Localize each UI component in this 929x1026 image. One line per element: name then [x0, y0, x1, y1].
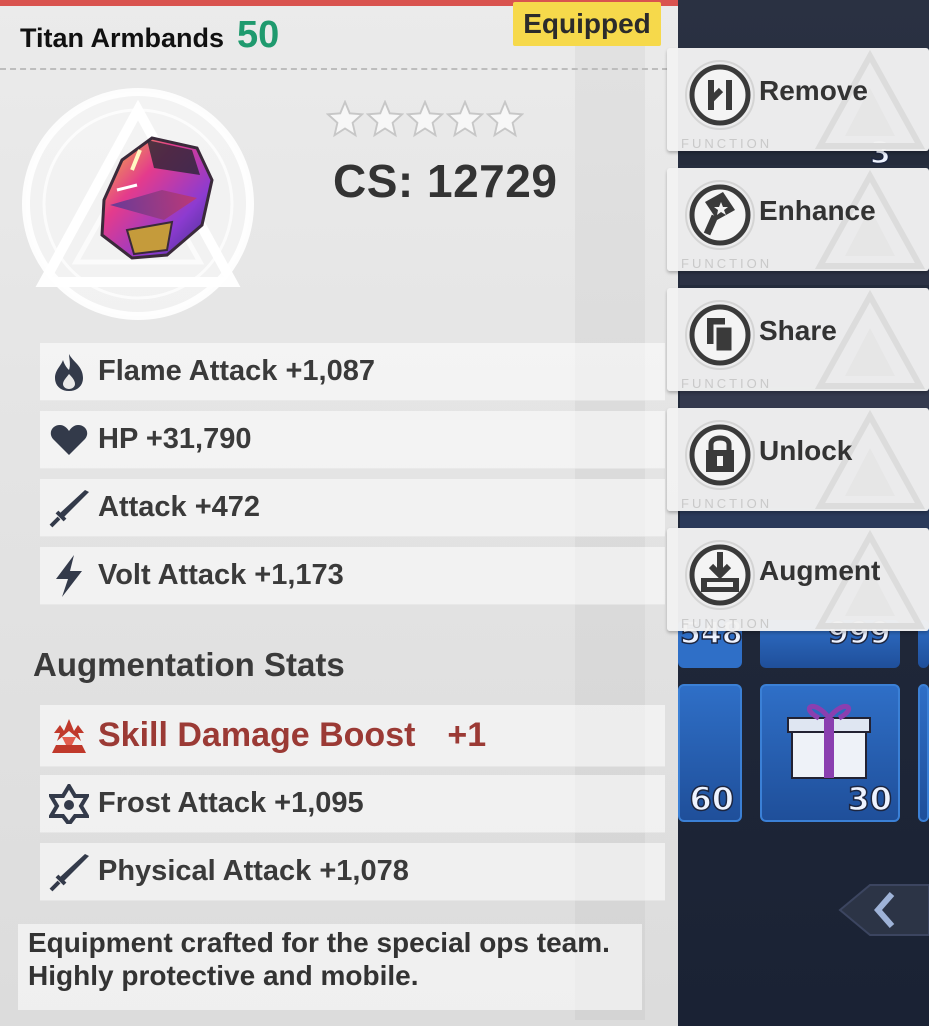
remove-icon: [685, 60, 755, 130]
combat-score: CS: 12729: [333, 155, 558, 207]
stat-row-attack: Attack +472: [40, 479, 665, 537]
function-caption: FUNCTION: [681, 256, 773, 271]
stat-text: Flame Attack +1,087: [98, 355, 376, 387]
star-empty-icon: [486, 100, 524, 138]
inventory-count: 30: [847, 779, 893, 819]
augmentation-header: Augmentation Stats: [33, 646, 345, 683]
share-button[interactable]: Share FUNCTION: [667, 288, 929, 391]
augment-special-row: Skill Damage Boost +1: [40, 705, 665, 767]
hammer-icon: [685, 180, 755, 250]
unlock-label: Unlock: [759, 435, 853, 466]
inventory-tile[interactable]: 30: [760, 684, 900, 822]
stat-row-volt-attack: Volt Attack +1,173: [40, 547, 665, 605]
augment-label: Augment: [759, 555, 881, 586]
item-level: 50: [237, 14, 280, 56]
star-rating: [326, 100, 524, 138]
heart-icon: [48, 419, 90, 461]
equipped-badge: Equipped: [513, 2, 661, 46]
star-empty-icon: [406, 100, 444, 138]
item-detail-panel: Titan Armbands 50 Equipped CS: 12729 Fla…: [0, 0, 678, 1026]
augment-special-value: +1: [447, 716, 487, 754]
skill-damage-icon: [48, 715, 90, 757]
stat-text: HP +31,790: [98, 423, 252, 455]
function-caption: FUNCTION: [681, 376, 773, 391]
inventory-row: [680, 508, 929, 530]
item-description: Equipment crafted for the special ops te…: [18, 924, 642, 1010]
enhance-label: Enhance: [759, 195, 876, 226]
lock-icon: [685, 420, 755, 490]
stat-text: Physical Attack +1,078: [98, 855, 409, 887]
stat-row-frost-attack: Frost Attack +1,095: [40, 775, 665, 833]
star-empty-icon: [446, 100, 484, 138]
title-divider: [0, 68, 668, 70]
lightning-icon: [48, 554, 90, 597]
sword-icon: [48, 851, 90, 893]
item-name: Titan Armbands: [20, 23, 225, 53]
stat-text: Attack +472: [98, 491, 261, 523]
item-title-row: Titan Armbands 50: [20, 14, 279, 57]
armband-gear-image: [100, 136, 214, 260]
augment-button[interactable]: Augment FUNCTION: [667, 528, 929, 631]
stat-text: Frost Attack +1,095: [98, 787, 364, 819]
augment-special-label: Skill Damage Boost: [98, 716, 416, 754]
frost-icon: [48, 783, 90, 825]
share-icon: [685, 300, 755, 370]
remove-button[interactable]: Remove FUNCTION: [667, 48, 929, 151]
inventory-tile[interactable]: [918, 684, 929, 822]
inventory-tile[interactable]: 60: [678, 684, 742, 822]
sword-icon: [48, 487, 90, 529]
stat-row-flame-attack: Flame Attack +1,087: [40, 343, 665, 401]
star-empty-icon: [366, 100, 404, 138]
gift-box-icon: [787, 703, 871, 779]
item-description-text: Equipment crafted for the special ops te…: [28, 927, 610, 991]
remove-label: Remove: [759, 75, 868, 106]
inventory-count: 60: [689, 779, 735, 819]
flame-icon: [48, 351, 90, 393]
function-caption: FUNCTION: [681, 616, 773, 631]
unlock-button[interactable]: Unlock FUNCTION: [667, 408, 929, 511]
function-caption: FUNCTION: [681, 496, 773, 511]
function-caption: FUNCTION: [681, 136, 773, 151]
share-label: Share: [759, 315, 837, 346]
star-empty-icon: [326, 100, 364, 138]
scroll-left-arrow-icon[interactable]: [830, 880, 929, 940]
augment-icon: [685, 540, 755, 610]
stat-row-hp: HP +31,790: [40, 411, 665, 469]
stat-row-physical-attack: Physical Attack +1,078: [40, 843, 665, 901]
enhance-button[interactable]: Enhance FUNCTION: [667, 168, 929, 271]
stat-text: Volt Attack +1,173: [98, 559, 344, 591]
